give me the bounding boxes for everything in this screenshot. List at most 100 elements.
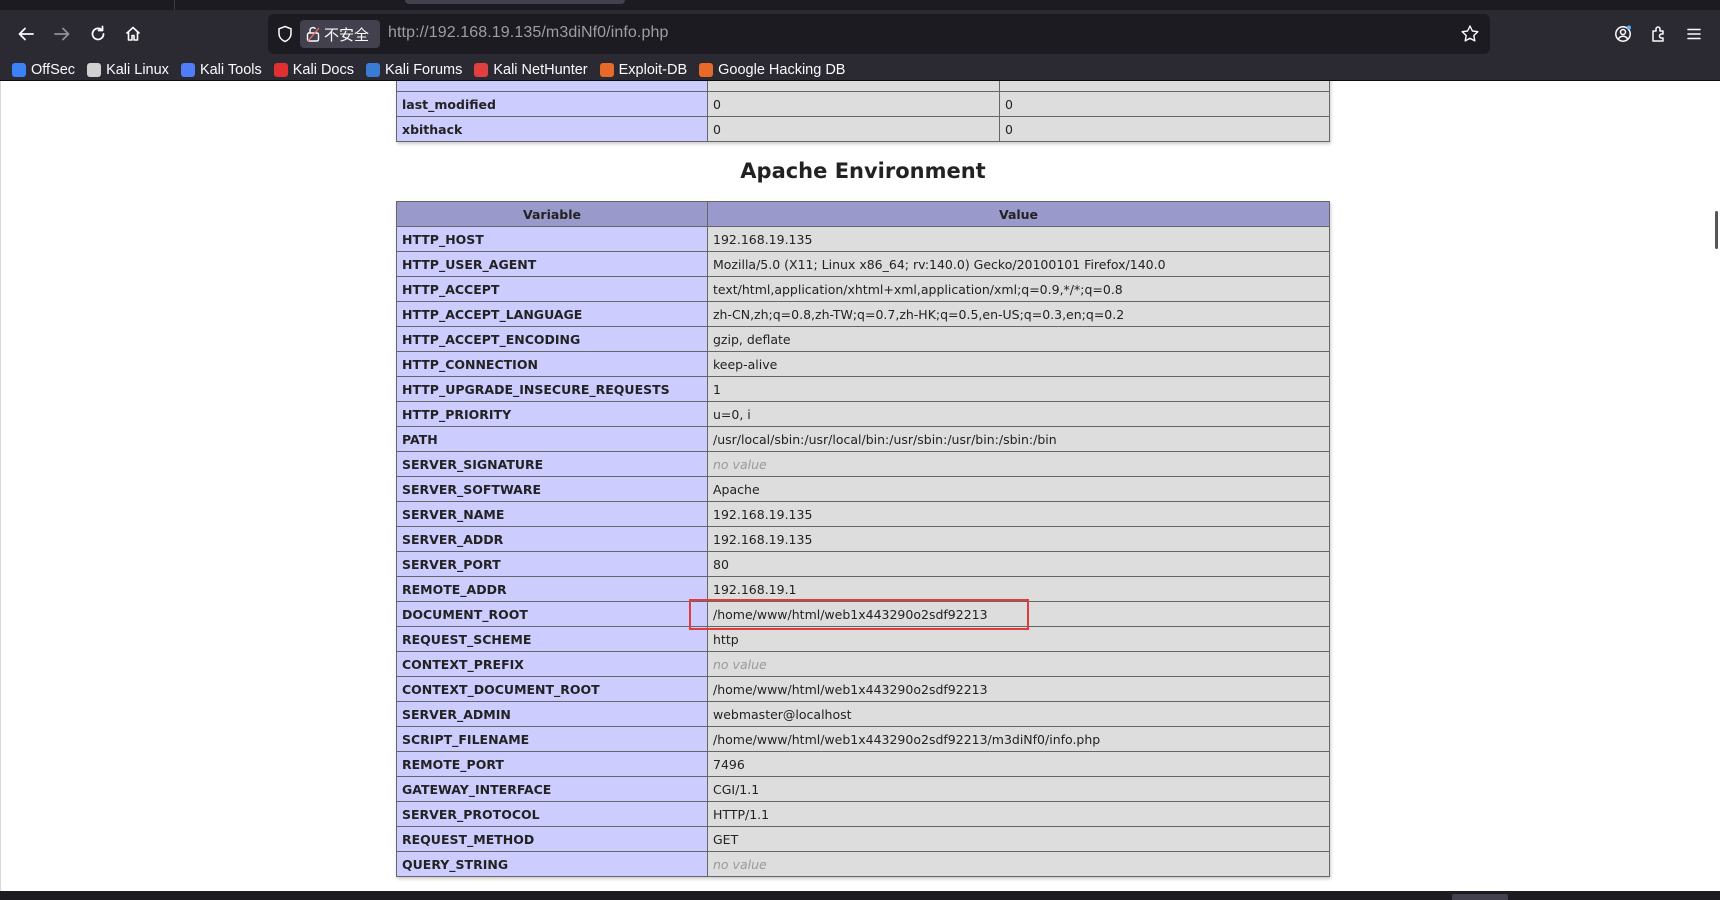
variable-value-cell: 80: [707, 551, 1330, 577]
variable-value-cell: 1: [707, 376, 1330, 402]
variable-name-cell: SERVER_NAME: [396, 501, 708, 527]
scrollbar-thumb[interactable]: [1715, 211, 1718, 249]
local-value-cell: 0: [707, 91, 1000, 117]
section-title: Apache Environment: [740, 159, 986, 183]
table-row: last_modified 0 0: [396, 91, 1330, 117]
variable-name-cell: REQUEST_SCHEME: [396, 626, 708, 652]
puzzle-icon: [1652, 26, 1664, 42]
account-icon: [1615, 25, 1631, 42]
table-row: xbithack 0 0: [396, 116, 1330, 142]
table-row: [396, 81, 1330, 92]
master-value-cell: 0: [999, 91, 1330, 117]
kali-forums-icon: [365, 62, 380, 77]
variable-name-cell: QUERY_STRING: [396, 851, 708, 877]
bookmark-item[interactable]: Google Hacking DB: [699, 59, 845, 81]
variable-name-cell: REQUEST_METHOD: [396, 826, 708, 852]
url-text[interactable]: http://192.168.19.135/m3diNf0/info.php: [388, 24, 668, 42]
bookmark-star-icon[interactable]: [1460, 24, 1480, 44]
bookmark-label: Google Hacking DB: [718, 61, 846, 78]
variable-value-cell: 192.168.19.135: [707, 501, 1330, 527]
table-row: SERVER_ADDR 192.168.19.135: [396, 526, 1330, 552]
variable-value-cell: 7496: [707, 751, 1330, 777]
variable-name-cell: GATEWAY_INTERFACE: [396, 776, 708, 802]
variable-name-cell: SERVER_ADDR: [396, 526, 708, 552]
table-row: REMOTE_PORT 7496: [396, 751, 1330, 777]
variable-value-cell: 192.168.19.135: [707, 226, 1330, 252]
active-tab[interactable]: [405, 0, 625, 4]
variable-name-cell: HTTP_ACCEPT_ENCODING: [396, 326, 708, 352]
exploit-db-icon: [599, 62, 614, 77]
directive-name-cell: last_modified: [396, 91, 708, 117]
bookmark-label: Exploit-DB: [618, 61, 688, 78]
navigation-toolbar: 不安全 http://192.168.19.135/m3diNf0/info.p…: [0, 10, 1720, 58]
variable-value-cell: HTTP/1.1: [707, 801, 1330, 827]
broken-lock-icon: [306, 26, 320, 42]
variable-name-cell: SERVER_PROTOCOL: [396, 801, 708, 827]
account-button[interactable]: [1607, 18, 1639, 50]
tab-strip: [0, 0, 1720, 10]
master-value-cell: [999, 81, 1330, 92]
table-row: HTTP_ACCEPT_LANGUAGE zh-CN,zh;q=0.8,zh-TW…: [396, 301, 1330, 327]
forward-button[interactable]: [46, 18, 78, 50]
variable-value-cell: 192.168.19.135: [707, 526, 1330, 552]
vertical-scrollbar[interactable]: [1708, 81, 1720, 891]
bookmark-label: Kali Tools: [199, 61, 262, 78]
bookmark-item[interactable]: Kali Forums: [365, 59, 463, 81]
variable-name-cell: REMOTE_PORT: [396, 751, 708, 777]
address-bar[interactable]: 不安全 http://192.168.19.135/m3diNf0/info.p…: [268, 14, 1490, 54]
variable-value-cell: /home/www/html/web1x443290o2sdf92213: [707, 676, 1330, 702]
bookmark-item[interactable]: Kali Tools: [180, 59, 262, 81]
variable-name-cell: HTTP_PRIORITY: [396, 401, 708, 427]
variable-name-cell: SERVER_PORT: [396, 551, 708, 577]
variable-value-cell: Apache: [707, 476, 1330, 502]
url-host: http://192.168.19.135: [388, 24, 542, 41]
variable-name-cell: DOCUMENT_ROOT: [396, 601, 708, 627]
back-button[interactable]: [10, 18, 42, 50]
menu-button[interactable]: [1678, 18, 1710, 50]
table-row: SERVER_SOFTWARE Apache: [396, 476, 1330, 502]
mod-include-table: last_modified 0 0 xbithack 0 0: [396, 81, 1330, 142]
shield-icon[interactable]: [276, 25, 294, 43]
variable-value-cell: GET: [707, 826, 1330, 852]
hamburger-menu-icon: [1687, 28, 1701, 40]
table-row: HTTP_USER_AGENT Mozilla/5.0 (X11; Linux x…: [396, 251, 1330, 277]
bookmark-item[interactable]: Kali Docs: [273, 59, 354, 81]
variable-name-cell: CONTEXT_DOCUMENT_ROOT: [396, 676, 708, 702]
table-row: HTTP_CONNECTION keep-alive: [396, 351, 1330, 377]
bookmark-item[interactable]: Exploit-DB: [599, 59, 688, 81]
master-value-cell: 0: [999, 116, 1330, 142]
insecure-connection-badge[interactable]: 不安全: [300, 20, 380, 48]
variable-value-cell: gzip, deflate: [707, 326, 1330, 352]
table-row: HTTP_UPGRADE_INSECURE_REQUESTS 1: [396, 376, 1330, 402]
bookmark-label: Kali Forums: [384, 61, 463, 78]
document-root-highlight-box: [688, 598, 1029, 630]
variable-value-cell: zh-CN,zh;q=0.8,zh-TW;q=0.7,zh-HK;q=0.5,e…: [707, 301, 1330, 327]
extensions-button[interactable]: [1643, 18, 1675, 50]
home-button[interactable]: [117, 18, 149, 50]
bookmark-item[interactable]: OffSec: [12, 59, 75, 81]
variable-name-cell: HTTP_HOST: [396, 226, 708, 252]
directive-name-cell: [396, 81, 708, 92]
variable-name-cell: SCRIPT_FILENAME: [396, 726, 708, 752]
ghdb-icon: [699, 62, 714, 77]
variable-name-cell: REMOTE_ADDR: [396, 576, 708, 602]
variable-name-cell: SERVER_ADMIN: [396, 701, 708, 727]
bookmark-item[interactable]: Kali Linux: [87, 59, 169, 81]
table-row: SERVER_PORT 80: [396, 551, 1330, 577]
variable-value-cell: Mozilla/5.0 (X11; Linux x86_64; rv:140.0…: [707, 251, 1330, 277]
table-header-row: Variable Value: [396, 201, 1330, 227]
insecure-label: 不安全: [324, 25, 370, 44]
table-row: REQUEST_METHOD GET: [396, 826, 1330, 852]
variable-name-cell: HTTP_CONNECTION: [396, 351, 708, 377]
table-row: QUERY_STRING no value: [396, 851, 1330, 877]
table-row: HTTP_PRIORITY u=0, i: [396, 401, 1330, 427]
bookmark-item[interactable]: Kali NetHunter: [474, 59, 588, 81]
table-row: SERVER_PROTOCOL HTTP/1.1: [396, 801, 1330, 827]
column-header-variable: Variable: [396, 201, 708, 227]
variable-value-cell: u=0, i: [707, 401, 1330, 427]
local-value-cell: [707, 81, 1000, 92]
reload-button[interactable]: [82, 18, 114, 50]
bookmark-label: Kali Docs: [292, 61, 354, 78]
page-viewport[interactable]: last_modified 0 0 xbithack 0 0 Apache Environ…: [0, 81, 1720, 891]
apache-environment-table: Variable Value HTTP_HOST 192.168.19.135 HT…: [396, 201, 1330, 877]
